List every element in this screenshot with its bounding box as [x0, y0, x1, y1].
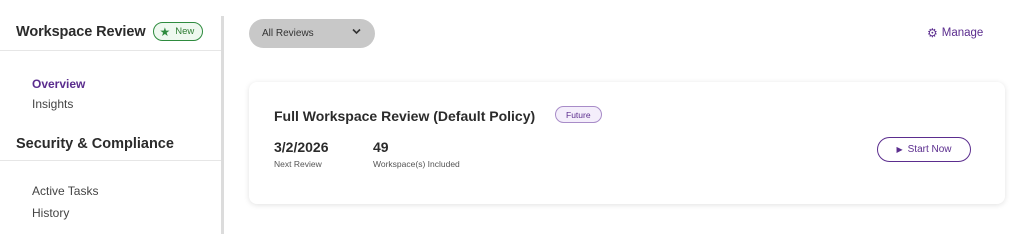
play-icon: ▶ — [896, 145, 903, 154]
start-now-button[interactable]: ▶ Start Now — [877, 137, 971, 162]
workspaces-count-value: 49 — [373, 139, 389, 155]
sidebar-title: Workspace Review — [16, 23, 146, 40]
sidebar-divider-section — [0, 160, 221, 161]
sidebar-section-title: Security & Compliance — [16, 136, 174, 152]
sidebar-divider-top — [0, 50, 221, 51]
review-card: Full Workspace Review (Default Policy) F… — [249, 82, 1005, 204]
manage-label: Manage — [941, 27, 984, 39]
review-filter-dropdown[interactable]: All Reviews — [249, 19, 375, 48]
review-title: Full Workspace Review (Default Policy) — [274, 108, 536, 124]
gear-icon: ⚙ — [927, 26, 938, 40]
new-badge-label: New — [175, 26, 195, 37]
star-icon: ★ — [159, 24, 171, 39]
manage-link[interactable]: ⚙ Manage — [927, 26, 983, 40]
sidebar-item-overview[interactable]: Overview — [32, 77, 85, 91]
status-badge: Future — [555, 106, 602, 123]
sidebar-item-active-tasks[interactable]: Active Tasks — [32, 184, 98, 198]
sidebar: Workspace Review ★ New Overview Insights… — [0, 0, 221, 234]
start-now-label: Start Now — [907, 144, 952, 155]
chevron-down-icon — [352, 27, 361, 37]
workspaces-count-label: Workspace(s) Included — [373, 159, 460, 169]
new-badge: ★ New — [152, 22, 204, 41]
sidebar-item-insights[interactable]: Insights — [32, 97, 73, 111]
app-root: Workspace Review ★ New Overview Insights… — [0, 0, 1024, 234]
next-review-value: 3/2/2026 — [274, 139, 329, 155]
next-review-label: Next Review — [274, 159, 322, 169]
sidebar-header: Workspace Review ★ New — [16, 22, 204, 41]
sidebar-vertical-divider — [221, 16, 224, 234]
review-filter-value: All Reviews — [262, 28, 314, 39]
sidebar-item-history[interactable]: History — [32, 206, 69, 220]
